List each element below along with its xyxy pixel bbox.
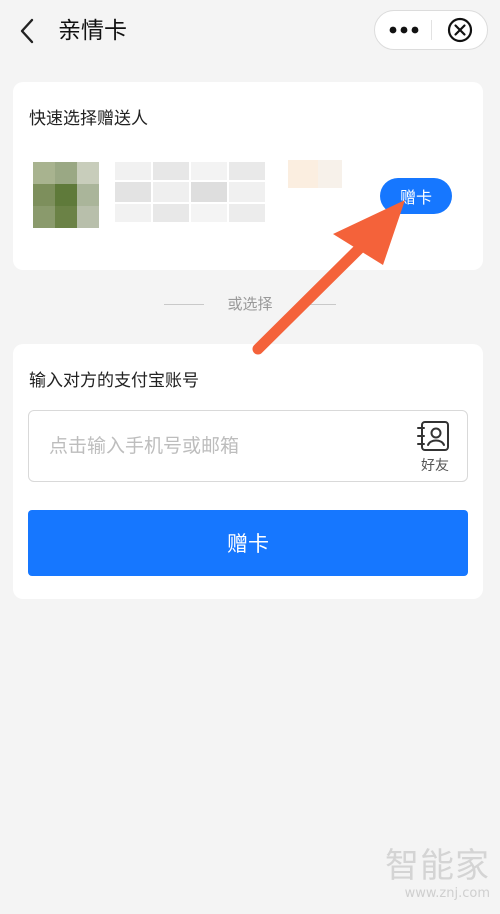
divider-line-right — [296, 304, 336, 305]
more-dots-icon — [389, 26, 418, 34]
account-input[interactable] — [49, 411, 409, 481]
quick-gift-button[interactable]: 赠卡 — [380, 178, 452, 214]
mini-program-capsule — [374, 10, 488, 50]
account-input-box: 好友 — [28, 410, 468, 482]
blurred-contact-entry[interactable] — [33, 154, 342, 242]
navigation-bar: 亲情卡 — [0, 0, 500, 62]
close-button[interactable] — [432, 11, 488, 49]
or-divider-text: 或选择 — [227, 295, 273, 313]
account-entry-title: 输入对方的支付宝账号 — [29, 371, 199, 391]
chevron-left-icon — [20, 18, 34, 44]
quick-select-card: 快速选择赠送人 赠卡 — [13, 82, 483, 270]
gift-card-submit-button[interactable]: 赠卡 — [28, 510, 468, 576]
watermark-logo: 智能家 — [385, 846, 490, 886]
more-button[interactable] — [375, 11, 432, 49]
friend-picker-button[interactable]: 好友 — [413, 419, 457, 475]
watermark-url: www.znj.com — [404, 886, 490, 901]
watermark: 智能家 www.znj.com — [370, 846, 490, 906]
or-divider: 或选择 — [0, 292, 500, 316]
friend-label: 好友 — [421, 458, 449, 474]
close-circle-icon — [447, 17, 473, 43]
quick-select-title: 快速选择赠送人 — [29, 109, 148, 129]
back-button[interactable] — [10, 14, 44, 48]
page-title: 亲情卡 — [58, 18, 127, 44]
contact-book-icon — [417, 421, 449, 451]
account-entry-card: 输入对方的支付宝账号 好友 赠卡 — [13, 344, 483, 599]
